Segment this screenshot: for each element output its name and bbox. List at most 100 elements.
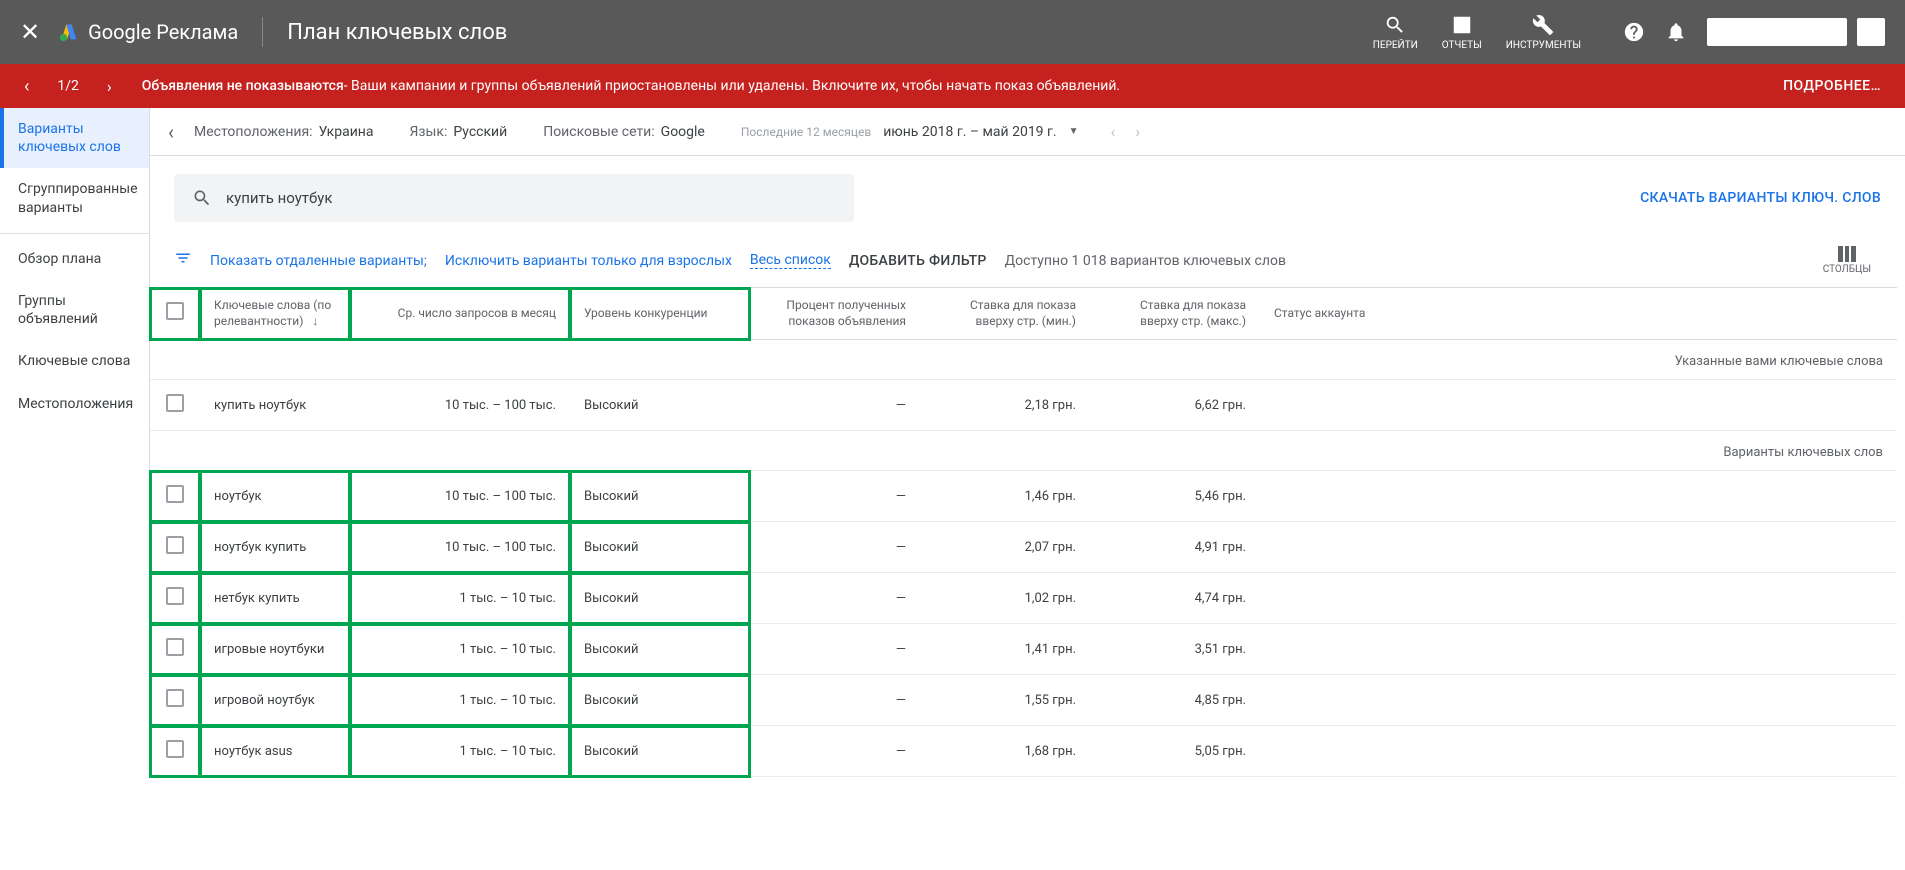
row-checkbox[interactable] [166, 485, 184, 503]
period-label: Последние 12 месяцев [741, 125, 871, 139]
cell-checkbox[interactable] [150, 380, 200, 431]
divider [262, 17, 263, 47]
cell-keyword: нетбук купить [200, 573, 350, 624]
network-value[interactable]: Google [661, 124, 705, 140]
cell-bid-max: 5,05 грн. [1090, 726, 1260, 777]
cell-keyword: ноутбук купить [200, 522, 350, 573]
location-label: Местоположения: [194, 124, 313, 140]
row-checkbox[interactable] [166, 740, 184, 758]
product-name: Google Реклама [88, 20, 238, 44]
full-list-link[interactable]: Весь список [750, 252, 831, 269]
period-value[interactable]: июнь 2018 г. – май 2019 г. [883, 124, 1056, 140]
cell-competition: Высокий [570, 624, 750, 675]
reports-tool[interactable]: ОТЧЕТЫ [1442, 14, 1482, 51]
google-ads-icon [58, 21, 80, 43]
table-row: ноутбук купить10 тыс. – 100 тыс.Высокий—… [150, 522, 1897, 573]
instruments-tool[interactable]: ИНСТРУМЕНТЫ [1506, 14, 1581, 51]
sidebar-item-keywords[interactable]: Ключевые слова [0, 340, 149, 382]
cell-checkbox[interactable] [150, 624, 200, 675]
collapse-sidebar-icon[interactable]: ‹ [168, 120, 174, 144]
add-filter-button[interactable]: ДОБАВИТЬ ФИЛЬТР [849, 253, 987, 269]
period-prev-icon[interactable]: ‹ [1111, 122, 1116, 141]
cell-competition: Высокий [570, 726, 750, 777]
cell-bid-min: 2,07 грн. [920, 522, 1090, 573]
exclude-adult-link[interactable]: Исключить варианты только для взрослых [445, 253, 732, 269]
keyword-table-wrap: Ключевые слова (по релевантности) ↓ Ср. … [150, 287, 1905, 777]
header-bid-min[interactable]: Ставка для показа вверху стр. (мин.) [920, 288, 1090, 340]
header-competition[interactable]: Уровень конкуренции [570, 288, 750, 340]
search-box[interactable] [174, 174, 854, 222]
sidebar-item-ad-groups[interactable]: Группы объявлений [0, 280, 149, 340]
sidebar-item-plan-overview[interactable]: Обзор плана [0, 238, 149, 280]
help-icon[interactable] [1623, 21, 1645, 43]
cell-bid-min: 1,41 грн. [920, 624, 1090, 675]
cell-checkbox[interactable] [150, 726, 200, 777]
account-avatar[interactable] [1857, 18, 1885, 46]
download-link[interactable]: СКАЧАТЬ ВАРИАНТЫ КЛЮЧ. СЛОВ [1640, 190, 1881, 206]
header-checkbox[interactable] [150, 288, 200, 340]
cell-keyword: ноутбук [200, 471, 350, 522]
columns-button[interactable]: СТОЛБЦЫ [1823, 246, 1871, 275]
period-dropdown-icon[interactable]: ▼ [1069, 126, 1079, 137]
show-remote-link[interactable]: Показать отдаленные варианты; [210, 253, 427, 269]
cell-status [1260, 522, 1897, 573]
alert-prev-icon[interactable]: ‹ [24, 76, 29, 97]
cell-status [1260, 624, 1897, 675]
header-account-status[interactable]: Статус аккаунта [1260, 288, 1897, 340]
language-label: Язык: [409, 124, 447, 140]
account-chip[interactable] [1707, 18, 1847, 46]
section-label: Указанные вами ключевые слова [150, 340, 1897, 380]
cell-bid-max: 6,62 грн. [1090, 380, 1260, 431]
row-checkbox[interactable] [166, 394, 184, 412]
alert-next-icon[interactable]: › [107, 77, 112, 96]
filter-icon[interactable] [174, 249, 192, 272]
header-bid-max[interactable]: Ставка для показа вверху стр. (макс.) [1090, 288, 1260, 340]
alert-page-count: 1/2 [57, 78, 79, 94]
cell-checkbox[interactable] [150, 522, 200, 573]
close-icon[interactable]: ✕ [20, 18, 40, 46]
alert-text: - Ваши кампании и группы объявлений прио… [344, 78, 1120, 94]
section-label: Варианты ключевых слов [150, 431, 1897, 471]
cell-status [1260, 675, 1897, 726]
control-row: Показать отдаленные варианты; Исключить … [150, 240, 1905, 287]
cell-avg: 1 тыс. – 10 тыс. [350, 726, 570, 777]
sidebar-item-grouped-variants[interactable]: Сгруппированные варианты [0, 168, 149, 228]
row-checkbox[interactable] [166, 638, 184, 656]
header-impression-share[interactable]: Процент полученных показов объявления [750, 288, 920, 340]
period-next-icon[interactable]: › [1135, 122, 1140, 141]
go-tool[interactable]: ПЕРЕЙТИ [1373, 14, 1418, 51]
product-logo[interactable]: Google Реклама [58, 20, 238, 44]
main: ‹ Местоположения: Украина Язык: Русский … [150, 108, 1905, 777]
table-row: игровые ноутбуки1 тыс. – 10 тыс.Высокий—… [150, 624, 1897, 675]
row-checkbox[interactable] [166, 536, 184, 554]
cell-impression: — [750, 471, 920, 522]
alert-title: Объявления не показываются [142, 78, 344, 94]
cell-checkbox[interactable] [150, 471, 200, 522]
cell-bid-min: 1,02 грн. [920, 573, 1090, 624]
bell-icon[interactable] [1665, 21, 1687, 43]
cell-status [1260, 573, 1897, 624]
cell-bid-min: 1,68 грн. [920, 726, 1090, 777]
cell-bid-min: 1,46 грн. [920, 471, 1090, 522]
sidebar-divider [0, 233, 149, 234]
header-avg-searches[interactable]: Ср. число запросов в месяц [350, 288, 570, 340]
cell-impression: — [750, 726, 920, 777]
location-value[interactable]: Украина [319, 124, 374, 140]
sidebar-item-keyword-variants[interactable]: Варианты ключевых слов [0, 108, 149, 168]
row-checkbox[interactable] [166, 587, 184, 605]
cell-checkbox[interactable] [150, 573, 200, 624]
cell-avg: 1 тыс. – 10 тыс. [350, 624, 570, 675]
cell-bid-min: 1,55 грн. [920, 675, 1090, 726]
search-input[interactable] [226, 189, 836, 207]
table-row: нетбук купить1 тыс. – 10 тыс.Высокий—1,0… [150, 573, 1897, 624]
language-value[interactable]: Русский [453, 124, 507, 140]
cell-checkbox[interactable] [150, 675, 200, 726]
sidebar-item-locations[interactable]: Местоположения [0, 383, 149, 425]
alert-more-link[interactable]: ПОДРОБНЕЕ… [1783, 78, 1881, 94]
table-row: игровой ноутбук1 тыс. – 10 тыс.Высокий—1… [150, 675, 1897, 726]
page-title: План ключевых слов [287, 20, 507, 45]
header-keyword[interactable]: Ключевые слова (по релевантности) ↓ [200, 288, 350, 340]
cell-bid-max: 4,74 грн. [1090, 573, 1260, 624]
search-row: СКАЧАТЬ ВАРИАНТЫ КЛЮЧ. СЛОВ [150, 156, 1905, 240]
row-checkbox[interactable] [166, 689, 184, 707]
